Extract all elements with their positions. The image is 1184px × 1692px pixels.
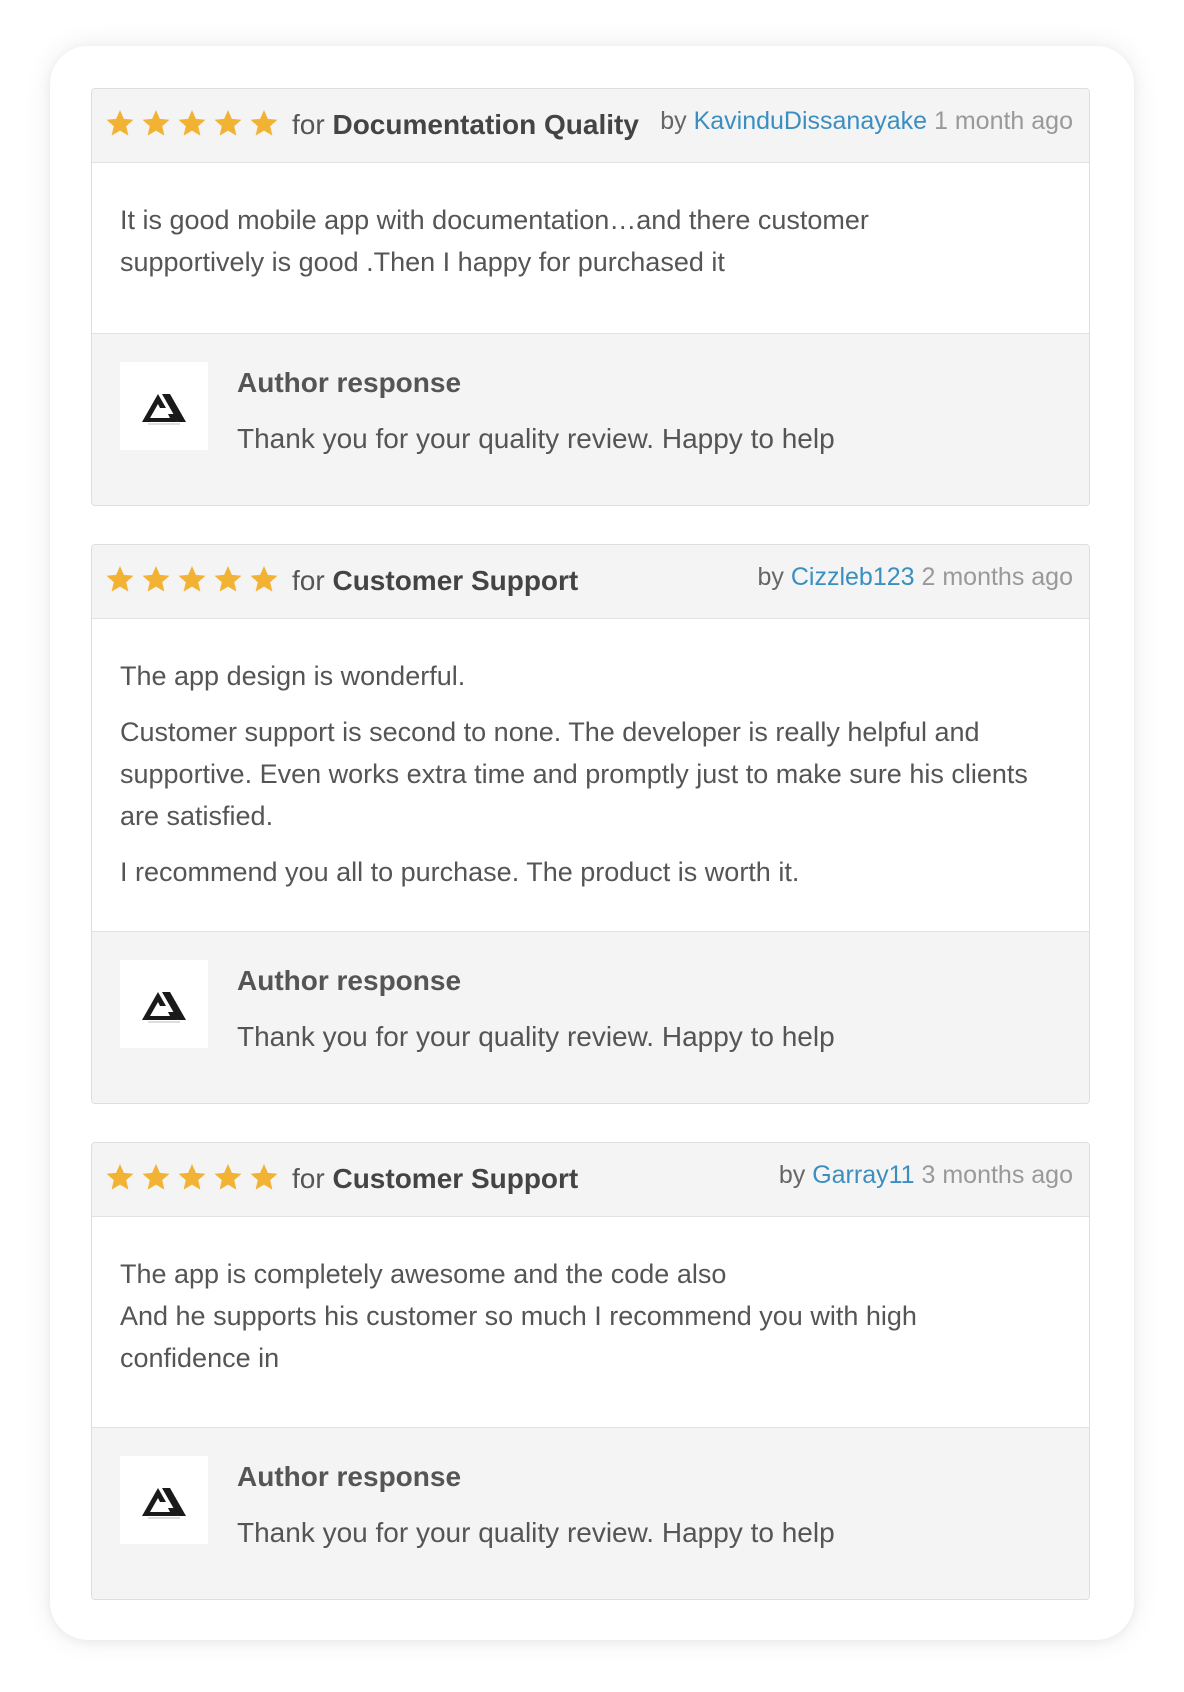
review-body: The app design is wonderful. Customer su… [92,619,1089,893]
avatar [120,1456,208,1544]
star-icon [105,564,135,594]
response-title: Author response [237,1461,462,1492]
avatar [120,362,208,450]
review-header: for Documentation Quality by KavinduDiss… [92,89,1089,163]
review-text: The app design is wonderful. [120,661,466,691]
by-label: by [660,107,687,135]
for-label: for [292,1163,325,1194]
review-text: Customer support is second to none. The … [120,717,1028,831]
review-body: It is good mobile app with documentation… [92,163,1089,283]
review-item: for Documentation Quality by KavinduDiss… [91,88,1090,506]
review-text: It is good mobile app with documentation… [120,205,869,277]
star-icon [249,108,279,138]
star-icon [177,564,207,594]
category-name: Customer Support [332,565,579,596]
response-text: Thank you for your quality review. Happy… [237,1517,835,1548]
star-icon [141,1162,171,1192]
author-response: Author response Thank you for your quali… [92,931,1089,1103]
author-response: Author response Thank you for your quali… [92,333,1089,505]
reviews-card: for Documentation Quality by KavinduDiss… [50,46,1134,1640]
star-icon [213,1162,243,1192]
star-icon [213,108,243,138]
review-header: for Customer Support by Garray11 3 month… [92,1143,1089,1217]
for-label: for [292,565,325,596]
author-logo-icon [140,984,188,1024]
review-meta: by Cizzleb123 2 months ago [758,563,1074,592]
time-ago: 1 month ago [934,107,1073,135]
review-category: for Customer Support [292,565,578,597]
response-text: Thank you for your quality review. Happy… [237,423,835,454]
star-icon [105,108,135,138]
review-text: I recommend you all to purchase. The pro… [120,857,800,887]
star-icon [177,108,207,138]
by-label: by [757,563,784,591]
review-body: The app is completely awesome and the co… [92,1217,1089,1379]
category-name: Documentation Quality [332,109,639,140]
star-icon [105,1162,135,1192]
by-label: by [778,1161,806,1189]
review-meta: by Garray11 3 months ago [779,1161,1073,1190]
star-rating [105,564,279,594]
author-logo-icon [140,1480,188,1520]
star-icon [249,564,279,594]
review-item: for Customer Support by Cizzleb123 2 mon… [91,544,1090,1104]
star-icon [213,564,243,594]
review-header: for Customer Support by Cizzleb123 2 mon… [92,545,1089,619]
time-ago: 2 months ago [921,563,1074,591]
response-title: Author response [237,965,462,996]
review-meta: by KavinduDissanayake 1 month ago [660,107,1073,136]
category-name: Customer Support [332,1163,579,1194]
star-icon [141,108,171,138]
username-link[interactable]: KavinduDissanayake [694,107,927,135]
response-title: Author response [237,367,462,398]
star-rating [105,108,279,138]
response-text: Thank you for your quality review. Happy… [237,1021,835,1052]
review-category: for Documentation Quality [292,109,639,141]
star-icon [249,1162,279,1192]
star-icon [141,564,171,594]
review-text: The app is completely awesome and the co… [120,1259,727,1289]
review-text: And he supports his customer so much I r… [120,1301,917,1373]
username-link[interactable]: Cizzleb123 [791,563,915,591]
avatar [120,960,208,1048]
star-rating [105,1162,279,1192]
review-item: for Customer Support by Garray11 3 month… [91,1142,1090,1600]
review-category: for Customer Support [292,1163,578,1195]
username-link[interactable]: Garray11 [812,1161,914,1189]
time-ago: 3 months ago [921,1161,1074,1189]
author-response: Author response Thank you for your quali… [92,1427,1089,1599]
for-label: for [292,109,325,140]
author-logo-icon [140,386,188,426]
star-icon [177,1162,207,1192]
